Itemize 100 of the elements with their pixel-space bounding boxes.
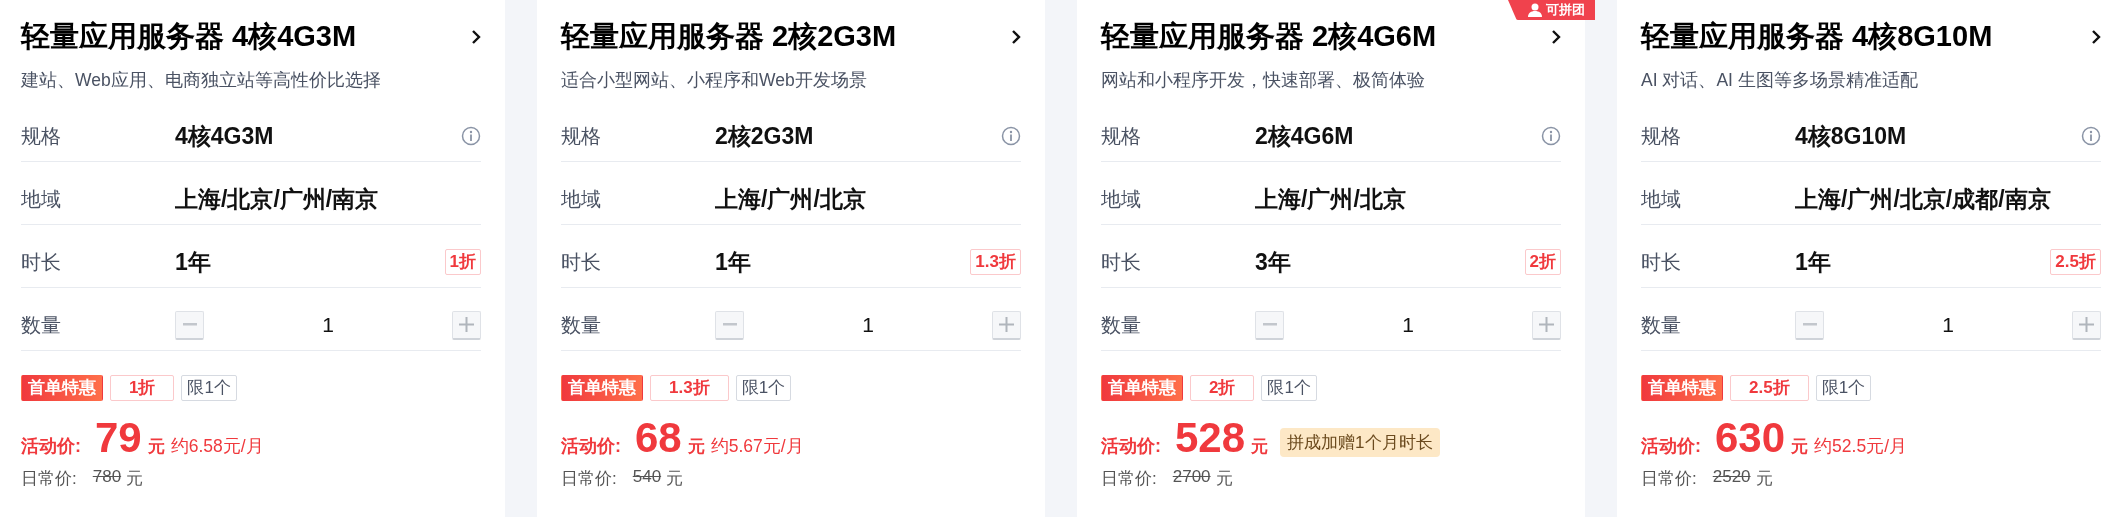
regular-price: 540	[632, 467, 662, 488]
sale-price-label: 活动价:	[21, 435, 81, 458]
field-label: 规格	[21, 123, 62, 149]
limit-tag: 限1个	[735, 375, 792, 401]
duration-value: 1年	[175, 247, 211, 277]
field-label: 地域	[1101, 186, 1142, 212]
decrement-button[interactable]	[1255, 310, 1284, 340]
card-title: 轻量应用服务器 4核8G10M	[1641, 19, 1993, 54]
card-subtitle: AI 对话、AI 生图等多场景精准适配	[1641, 69, 1919, 91]
sale-price: 68	[635, 413, 682, 463]
regular-price: 2520	[1712, 467, 1751, 488]
chevron-right-icon[interactable]	[471, 29, 481, 45]
increment-button[interactable]	[452, 310, 481, 340]
field-label: 规格	[1101, 123, 1142, 149]
field-label: 数量	[1101, 312, 1142, 338]
spec-value: 2核2G3M	[715, 121, 814, 151]
promo-tag: 首单特惠	[561, 375, 643, 401]
info-icon[interactable]	[1541, 126, 1561, 146]
duration-value: 1年	[715, 247, 751, 277]
plus-icon	[999, 317, 1014, 332]
increment-button[interactable]	[992, 310, 1021, 340]
sale-price-label: 活动价:	[1641, 435, 1701, 458]
promo-tag: 首单特惠	[1101, 375, 1183, 401]
decrement-button[interactable]	[715, 310, 744, 340]
discount-tag: 1.3折	[970, 249, 1021, 275]
field-label: 时长	[1101, 249, 1142, 275]
discount-tag: 1折	[444, 249, 481, 275]
regular-price: 780	[92, 467, 122, 488]
discount-tag: 1折	[110, 375, 175, 401]
plus-icon	[1539, 317, 1554, 332]
field-label: 规格	[1641, 123, 1682, 149]
region-value: 上海/广州/北京	[1255, 184, 1406, 214]
card-title: 轻量应用服务器 4核4G3M	[21, 19, 357, 54]
region-value: 上海/广州/北京	[715, 184, 866, 214]
currency-unit: 元	[147, 436, 165, 458]
quantity-value: 1	[1401, 313, 1415, 337]
limit-tag: 限1个	[1261, 375, 1317, 401]
info-icon[interactable]	[2081, 126, 2101, 146]
discount-tag: 2折	[1190, 375, 1255, 401]
field-label: 时长	[21, 249, 62, 275]
regular-price-label: 日常价:	[1641, 468, 1697, 490]
field-label: 地域	[1641, 186, 1682, 212]
chevron-right-icon[interactable]	[1011, 29, 1021, 45]
card-subtitle: 网站和小程序开发，快速部署、极简体验	[1101, 69, 1426, 91]
quantity-value: 1	[1941, 313, 1955, 337]
increment-button[interactable]	[2072, 310, 2101, 340]
minus-icon	[182, 323, 197, 326]
promo-tag: 首单特惠	[21, 375, 103, 401]
duration-value: 1年	[1795, 247, 1831, 277]
currency-unit: 元	[1791, 436, 1809, 458]
minus-icon	[1262, 323, 1277, 326]
field-label: 地域	[21, 186, 62, 212]
spec-value: 4核8G10M	[1795, 121, 1907, 151]
quantity-value: 1	[321, 313, 335, 337]
info-icon[interactable]	[1001, 126, 1021, 146]
monthly-price: 约5.67元/月	[710, 435, 804, 458]
monthly-price: 约52.5元/月	[1814, 435, 1907, 458]
chevron-right-icon[interactable]	[1551, 29, 1561, 45]
currency-unit: 元	[1215, 468, 1233, 490]
currency-unit: 元	[666, 468, 684, 490]
discount-tag: 2折	[1524, 249, 1561, 275]
field-label: 数量	[21, 312, 62, 338]
increment-button[interactable]	[1532, 310, 1561, 340]
sale-price: 79	[95, 413, 142, 463]
card-title: 轻量应用服务器 2核2G3M	[561, 19, 897, 54]
limit-tag: 限1个	[1815, 375, 1872, 401]
regular-price-label: 日常价:	[561, 468, 617, 490]
spec-value: 2核4G6M	[1255, 121, 1354, 151]
discount-tag: 1.3折	[650, 375, 729, 401]
info-icon[interactable]	[461, 126, 481, 146]
spec-value: 4核4G3M	[175, 121, 274, 151]
card-subtitle: 适合小型网站、小程序和Web开发场景	[561, 69, 868, 91]
decrement-button[interactable]	[1795, 310, 1824, 340]
region-value: 上海/广州/北京/成都/南京	[1795, 184, 2051, 214]
person-icon	[1528, 3, 1542, 17]
regular-price: 2700	[1172, 467, 1211, 488]
field-label: 规格	[561, 123, 602, 149]
quantity-value: 1	[861, 313, 875, 337]
card-title: 轻量应用服务器 2核4G6M	[1101, 19, 1437, 54]
regular-price-label: 日常价:	[21, 468, 77, 490]
field-label: 时长	[561, 249, 602, 275]
sale-price: 630	[1715, 413, 1786, 463]
discount-tag: 2.5折	[1730, 375, 1809, 401]
regular-price-label: 日常价:	[1101, 468, 1157, 490]
promo-tag: 首单特惠	[1641, 375, 1723, 401]
plus-icon	[2079, 317, 2094, 332]
currency-unit: 元	[1755, 468, 1773, 490]
badge-label: 可拼团	[1546, 1, 1585, 19]
card-subtitle: 建站、Web应用、电商独立站等高性价比选择	[21, 69, 382, 91]
sale-price: 528	[1175, 413, 1246, 463]
chevron-right-icon[interactable]	[2091, 29, 2101, 45]
currency-unit: 元	[687, 436, 705, 458]
monthly-price: 约6.58元/月	[170, 435, 264, 458]
field-label: 数量	[1641, 312, 1682, 338]
limit-tag: 限1个	[181, 375, 237, 401]
sale-price-label: 活动价:	[561, 435, 621, 458]
field-label: 数量	[561, 312, 602, 338]
plus-icon	[459, 317, 474, 332]
minus-icon	[722, 323, 737, 326]
decrement-button[interactable]	[175, 310, 204, 340]
